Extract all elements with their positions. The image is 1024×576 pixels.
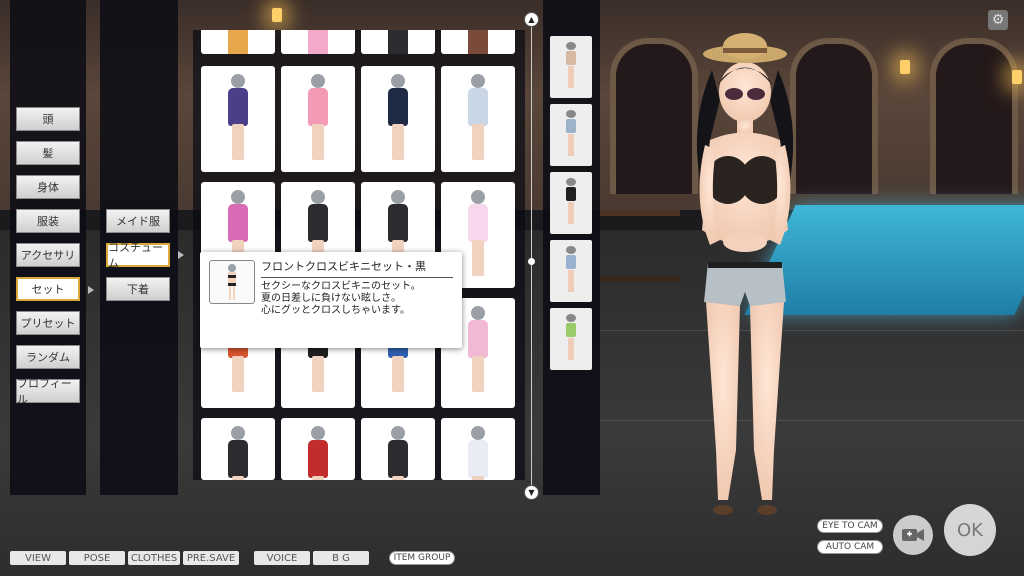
eye-to-cam-button[interactable]: EYE TO CAM <box>817 519 883 533</box>
scrollbar-thumb[interactable] <box>528 258 535 265</box>
category-button[interactable]: セット <box>16 277 80 301</box>
subcategory-button[interactable]: コスチューム <box>106 241 170 270</box>
variant-thumbnail[interactable] <box>550 104 592 166</box>
variant-thumbnail[interactable] <box>550 240 592 302</box>
costume-thumbnail[interactable] <box>201 66 275 172</box>
category-button[interactable]: ランダム <box>16 345 80 369</box>
costume-preview-icon <box>228 264 236 300</box>
selection-arrow-icon <box>178 251 184 259</box>
subcategory-button[interactable]: 下着 <box>106 277 170 301</box>
wall-lamp <box>1012 70 1022 84</box>
costume-thumbnail[interactable] <box>281 418 355 480</box>
chevron-down-icon[interactable]: ▼ <box>524 485 539 500</box>
costume-thumbnail[interactable] <box>281 66 355 172</box>
costume-figure <box>306 30 330 54</box>
character-model <box>696 33 794 515</box>
costume-thumbnail[interactable] <box>201 418 275 480</box>
costume-thumbnail[interactable] <box>441 30 515 54</box>
costume-thumbnail[interactable] <box>441 418 515 480</box>
category-button[interactable]: 頭 <box>16 107 80 131</box>
selection-arrow-icon <box>88 286 94 294</box>
ok-button[interactable]: OK <box>944 504 996 556</box>
wall-lamp <box>272 8 282 22</box>
presave-button[interactable]: PRE.SAVE <box>183 551 239 565</box>
costume-figure <box>466 30 490 54</box>
costume-thumbnail[interactable] <box>361 30 435 54</box>
costume-figure <box>466 190 490 280</box>
view-button[interactable]: VIEW <box>10 551 66 565</box>
costume-figure <box>226 426 250 480</box>
category-button[interactable]: プロフィール <box>16 377 80 406</box>
camera-icon <box>902 529 924 541</box>
bg-button[interactable]: B G <box>313 551 369 565</box>
variant-thumbnail[interactable] <box>550 172 592 234</box>
tooltip-desc-line: 心にグッとクロスしちゃいます。 <box>261 305 410 316</box>
category-button[interactable]: アクセサリ <box>16 243 80 267</box>
costume-figure <box>466 74 490 164</box>
category-button[interactable]: 服装 <box>16 209 80 233</box>
costume-thumbnail[interactable] <box>441 66 515 172</box>
costume-thumbnail[interactable] <box>281 30 355 54</box>
costume-figure <box>226 74 250 164</box>
costume-figure <box>386 74 410 164</box>
variant-thumbnail[interactable] <box>550 308 592 370</box>
camera-button[interactable] <box>893 515 933 555</box>
auto-cam-button[interactable]: AUTO CAM <box>817 540 883 554</box>
costume-thumbnail[interactable] <box>361 66 435 172</box>
tooltip-title: フロントクロスビキニセット・黒 <box>261 258 453 278</box>
costume-thumbnail[interactable] <box>201 30 275 54</box>
bench <box>600 210 680 282</box>
pose-button[interactable]: POSE <box>69 551 125 565</box>
voice-button[interactable]: VOICE <box>254 551 310 565</box>
clothes-button[interactable]: CLOTHES <box>128 551 180 565</box>
variant-thumbnail[interactable] <box>550 36 592 98</box>
costume-figure <box>386 30 410 54</box>
costume-thumbnail[interactable] <box>361 418 435 480</box>
wall-lamp <box>900 60 910 74</box>
category-button[interactable]: プリセット <box>16 311 80 335</box>
costume-figure <box>466 306 490 396</box>
item-tooltip: フロントクロスビキニセット・黒 セクシーなクロスビキニのセット。 夏の日差しに負… <box>200 252 462 348</box>
chevron-up-icon[interactable]: ▲ <box>524 12 539 27</box>
gear-icon[interactable]: ⚙ <box>988 10 1008 30</box>
costume-figure <box>386 426 410 480</box>
arch <box>930 38 1018 194</box>
subcategory-button[interactable]: メイド服 <box>106 209 170 233</box>
category-button[interactable]: 髪 <box>16 141 80 165</box>
item-group-button[interactable]: ITEM GROUP <box>389 551 455 565</box>
tooltip-desc-line: 夏の日差しに負けない眩しさ。 <box>261 293 401 304</box>
tooltip-thumbnail <box>209 260 255 304</box>
costume-figure <box>306 74 330 164</box>
category-button[interactable]: 身体 <box>16 175 80 199</box>
costume-figure <box>306 426 330 480</box>
tooltip-description: セクシーなクロスビキニのセット。 夏の日差しに負けない眩しさ。 心にグッとクロス… <box>261 281 421 317</box>
costume-figure <box>226 30 250 54</box>
tooltip-desc-line: セクシーなクロスビキニのセット。 <box>261 281 421 292</box>
costume-figure <box>466 426 490 480</box>
